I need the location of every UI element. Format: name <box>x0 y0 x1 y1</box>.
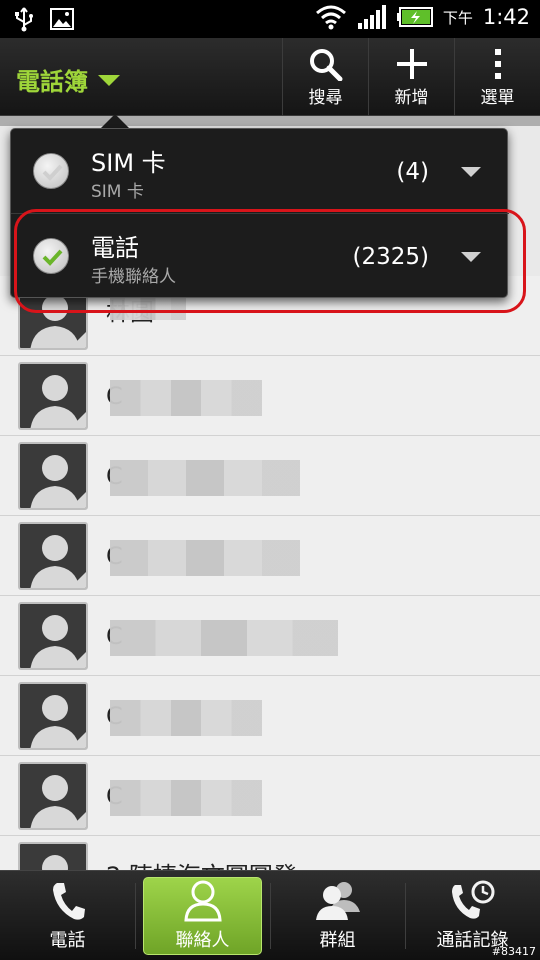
account-item-sim[interactable]: SIM 卡 SIM 卡 (4) <box>11 129 509 213</box>
annotation-highlight <box>14 209 526 313</box>
search-label: 搜尋 <box>308 87 343 108</box>
tab-phone[interactable]: 電話 <box>0 871 135 960</box>
menu-button[interactable]: 選單 <box>454 38 540 116</box>
list-item[interactable]: C <box>0 756 540 836</box>
time-ampm: 下午 <box>442 8 473 27</box>
search-icon <box>309 48 342 81</box>
avatar <box>18 682 88 750</box>
expand-caret-icon[interactable] <box>461 167 481 177</box>
bottom-tab-bar: 電話 聯絡人 群組 通話記錄 #83417 <box>0 870 540 960</box>
person-icon <box>183 880 222 922</box>
phone-icon <box>52 883 85 920</box>
call-history-icon <box>451 880 494 919</box>
divider <box>0 116 540 126</box>
tab-label: 群組 <box>319 930 356 951</box>
avatar <box>18 442 88 510</box>
list-item[interactable]: C <box>0 436 540 516</box>
add-label: 新增 <box>394 87 429 108</box>
avatar <box>18 602 88 670</box>
account-name: SIM 卡 <box>91 149 166 177</box>
popup-notch <box>100 114 130 129</box>
account-subtitle: SIM 卡 <box>91 182 144 202</box>
search-button[interactable]: 搜尋 <box>282 38 368 116</box>
dropdown-caret-icon <box>98 75 120 86</box>
status-bar: 下午 1:42 <box>0 0 540 38</box>
list-item[interactable]: 2 陳捷海文圆圆發 <box>0 836 540 870</box>
usb-icon <box>15 7 33 32</box>
menu-label: 選單 <box>480 87 515 108</box>
account-count: (4) <box>396 159 429 185</box>
plus-icon <box>396 48 427 79</box>
list-item[interactable]: C <box>0 356 540 436</box>
blurred-name <box>110 620 338 656</box>
tab-contacts[interactable]: 聯絡人 <box>135 871 270 960</box>
group-icon <box>315 882 360 920</box>
tab-label: 聯絡人 <box>175 930 230 951</box>
avatar <box>18 362 88 430</box>
page-title: 電話簿 <box>16 68 88 96</box>
overflow-menu-icon <box>494 48 501 79</box>
wifi-icon <box>315 5 346 30</box>
tab-groups[interactable]: 群組 <box>270 871 405 960</box>
watermark: #83417 <box>491 945 536 958</box>
avatar <box>18 762 88 830</box>
blurred-name <box>110 700 262 736</box>
clock: 1:42 <box>482 5 530 29</box>
tab-label: 電話 <box>49 930 86 951</box>
blurred-name <box>110 780 262 816</box>
blurred-name <box>110 380 262 416</box>
list-item[interactable]: C <box>0 516 540 596</box>
add-button[interactable]: 新增 <box>368 38 454 116</box>
blurred-name <box>110 460 300 496</box>
signal-icon <box>357 5 386 29</box>
list-item[interactable]: C <box>0 596 540 676</box>
blurred-name <box>110 540 300 576</box>
checkbox-unchecked-icon[interactable] <box>33 153 69 189</box>
list-item[interactable]: C <box>0 676 540 756</box>
battery-charging-icon <box>396 7 433 27</box>
action-bar: 電話簿 搜尋 新增 選單 <box>0 38 540 116</box>
avatar <box>18 522 88 590</box>
image-icon <box>50 8 74 30</box>
account-selector[interactable]: 電話簿 <box>16 62 120 97</box>
contact-name: 2 陳捷海文圆圆發 <box>106 856 297 870</box>
avatar <box>18 842 88 870</box>
